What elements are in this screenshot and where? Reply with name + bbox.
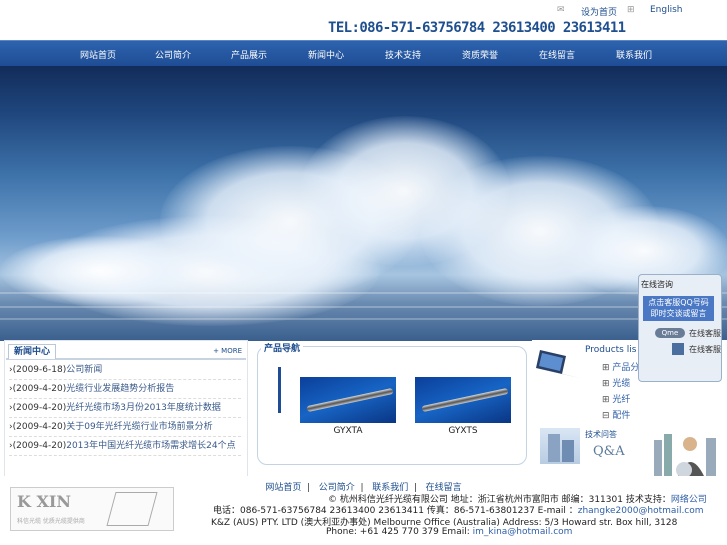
building-icon xyxy=(540,428,580,464)
online-service-1[interactable]: 在线客服 xyxy=(689,328,721,339)
qq-prompt[interactable]: 点击客服QQ号码 即时交谈或留言 xyxy=(643,296,714,321)
main-nav: 网站首页 公司简介 产品展示 新闻中心 技术支持 资质荣誉 在线留言 联系我们 xyxy=(0,40,727,66)
news-header: 新闻中心 + MORE xyxy=(6,344,246,360)
product-caption[interactable]: GYXTA xyxy=(300,426,396,436)
english-link[interactable]: English xyxy=(650,5,683,15)
products-list-title: Products lis xyxy=(585,345,637,355)
news-item[interactable]: ›(2009-4-20)2013年中国光纤光缆市场需求增长24个点 xyxy=(9,438,241,456)
nav-item-support[interactable]: 技术支持 xyxy=(385,48,421,61)
laptop-icon xyxy=(536,348,582,384)
news-item[interactable]: ›(2009-6-18)公司新闻 xyxy=(9,362,241,380)
online-consult-title: 在线咨询 xyxy=(641,280,673,289)
footer: 网站首页 | 公司简介 | 联系我们 | 在线留言 K XIN 科信光缆 优质光… xyxy=(0,476,727,545)
news-item[interactable]: ›(2009-4-20)关于09年光纤光缆行业市场前景分析 xyxy=(9,419,241,437)
news-more-link[interactable]: + MORE xyxy=(213,347,242,355)
set-home-link[interactable]: 设为首页 xyxy=(581,5,617,18)
news-item[interactable]: ›(2009-4-20)光缆行业发展趋势分析报告 xyxy=(9,381,241,399)
language-icon: ⊞ xyxy=(627,5,635,15)
product-box: GYXTA GYXTS xyxy=(257,346,527,465)
nav-item-news[interactable]: 新闻中心 xyxy=(308,48,344,61)
nav-item-home[interactable]: 网站首页 xyxy=(80,48,116,61)
top-bar: ✉ 设为首页 ⊞ English TEL:086-571-63756784 23… xyxy=(0,0,727,40)
home-icon: ✉ xyxy=(557,5,565,15)
qa-label[interactable]: Q&A xyxy=(593,444,625,459)
person-icon xyxy=(672,343,684,355)
product-nav-title: 产品导航 xyxy=(261,341,304,354)
nav-item-products[interactable]: 产品展示 xyxy=(231,48,267,61)
nav-item-contact[interactable]: 联系我们 xyxy=(616,48,652,61)
company-logo: K XIN 科信光缆 优质光缆提供商 xyxy=(10,487,174,531)
tree-item[interactable]: ⊟ 配件 xyxy=(602,408,648,424)
sky-banner xyxy=(0,66,727,341)
faq-title[interactable]: 技术问答 xyxy=(585,429,617,440)
news-panel: 新闻中心 + MORE ›(2009-6-18)公司新闻 ›(2009-4-20… xyxy=(4,340,248,477)
product-image-gyxta[interactable] xyxy=(300,377,396,423)
online-consult-widget: 在线咨询 点击客服QQ号码 即时交谈或留言 Qme 在线客服 在线客服 xyxy=(638,274,722,382)
product-image-gyxts[interactable] xyxy=(415,377,511,423)
nav-item-about[interactable]: 公司简介 xyxy=(155,48,191,61)
product-caption[interactable]: GYXTS xyxy=(415,426,511,436)
news-item[interactable]: ›(2009-4-20)光纤光缆市场3月份2013年度统计数据 xyxy=(9,400,241,418)
logo-emblem xyxy=(106,492,158,526)
product-nav-panel: GYXTA GYXTS 产品导航 xyxy=(257,338,527,465)
tree-item[interactable]: ⊞ 光纤 xyxy=(602,392,648,408)
nav-item-honors[interactable]: 资质荣誉 xyxy=(462,48,498,61)
footer-aus-phone: Phone: +61 425 770 379 Email: im_kina@ho… xyxy=(326,527,573,537)
logo-subtitle: 科信光缆 优质光缆提供商 xyxy=(17,518,85,525)
telephone-header: TEL:086-571-63756784 23613400 23613411 xyxy=(328,20,626,36)
nav-item-message[interactable]: 在线留言 xyxy=(539,48,575,61)
footer-link[interactable]: 网站首页 xyxy=(265,483,301,493)
business-man-icon xyxy=(650,430,720,478)
carousel-left-bar xyxy=(278,367,281,413)
news-title: 新闻中心 xyxy=(8,344,57,359)
online-service-2[interactable]: 在线客服 xyxy=(689,344,721,355)
qq-icon[interactable]: Qme xyxy=(655,328,685,338)
logo-text: K XIN xyxy=(17,492,71,511)
email-link-2[interactable]: im_kina@hotmail.com xyxy=(473,527,573,537)
